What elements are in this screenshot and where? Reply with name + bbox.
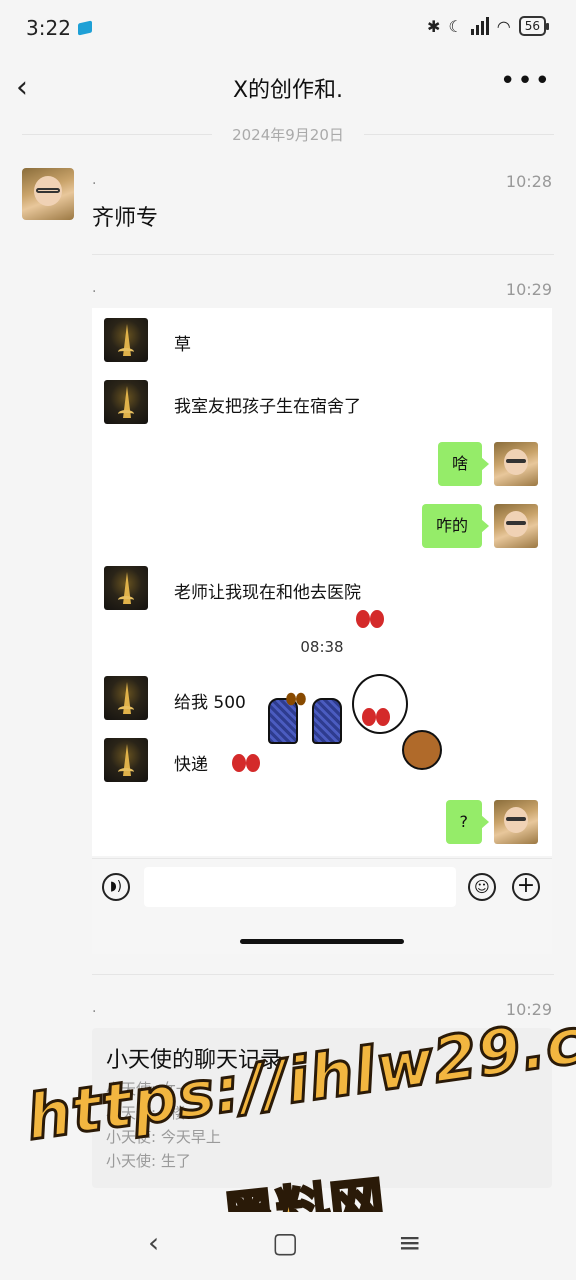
date-separator: 2024年9月20日: [0, 124, 576, 145]
chat-record-line: 小天使: 5楼: [106, 1104, 186, 1122]
chat-record-card[interactable]: 小天使的聊天记录 小天使: 女一 小天使: 5楼 小天使: 今天早上 小天使: …: [92, 1028, 552, 1188]
message-bubble: ?: [445, 800, 489, 844]
chat-message-row: 草: [92, 318, 552, 364]
more-options-button[interactable]: •••: [500, 66, 552, 96]
message-bubble: 咋的: [421, 504, 490, 548]
divider: [92, 974, 554, 975]
source-dot: .: [92, 1000, 97, 1016]
status-bar: 3:22 ✱ ☾ ◠ 56: [0, 0, 576, 58]
status-icons: ✱ ☾ ◠ 56: [427, 16, 550, 36]
chat-message-row: ?: [92, 800, 552, 846]
my-avatar: [494, 800, 538, 844]
source-dot: .: [92, 280, 97, 296]
message-bubble: 啥: [437, 442, 490, 486]
battery-icon: 56: [518, 16, 550, 36]
divider: [92, 254, 554, 255]
my-avatar: [494, 504, 538, 548]
contact-avatar: [104, 738, 148, 782]
hd-signal-icon: [470, 17, 489, 35]
message-text: 我室友把孩子生在宿舍了: [174, 397, 361, 417]
system-nav-bar: ‹ ▢ ≡: [0, 1212, 576, 1280]
chat-record-line: 小天使: 生了: [106, 1152, 191, 1170]
wifi-icon: ◠: [496, 16, 511, 36]
home-indicator: [240, 939, 404, 944]
app-notification-icon: [78, 20, 92, 36]
my-avatar: [494, 442, 538, 486]
source-dot: .: [92, 172, 97, 188]
voice-icon[interactable]: ◗): [102, 873, 130, 901]
message-time: 10:28: [505, 172, 552, 191]
chat-message-row: 老师让我现在和他去医院: [92, 566, 552, 612]
page-title: X的创作和.: [232, 78, 344, 103]
contact-avatar: [104, 676, 148, 720]
top-nav: ‹ X的创作和. •••: [0, 58, 576, 114]
message-text: 草: [174, 335, 191, 355]
message-text: 给我 500: [174, 693, 246, 713]
message-text: 老师让我现在和他去医院: [174, 583, 361, 603]
emoji-icon[interactable]: ☺: [468, 873, 496, 901]
inner-timestamp: 08:38: [300, 638, 344, 656]
chat-screenshot[interactable]: 草 我室友把孩子生在宿舍了 啥 咋的 老师让我现在和他去医院 08:38 给我 …: [92, 308, 552, 856]
moon-icon: ☾: [448, 16, 463, 36]
message-time: 10:29: [505, 1000, 552, 1019]
system-back-button[interactable]: ‹: [148, 1226, 159, 1259]
plus-icon[interactable]: +: [512, 873, 540, 901]
chat-record-line: 小天使: 今天早上: [106, 1128, 221, 1146]
chat-record-title: 小天使的聊天记录: [106, 1048, 283, 1073]
favorite-text[interactable]: 齐师专: [92, 200, 158, 232]
avatar[interactable]: [22, 168, 74, 220]
chat-message-row: 啥: [92, 442, 552, 488]
chat-message-row: 我室友把孩子生在宿舍了: [92, 380, 552, 426]
message-text: 快递: [174, 755, 208, 775]
system-menu-button[interactable]: ≡: [398, 1226, 421, 1259]
bluetooth-icon: ✱: [427, 16, 441, 36]
status-time: 3:22: [26, 16, 71, 40]
contact-avatar: [104, 380, 148, 424]
chat-input-bar: ◗) ☺ +: [92, 858, 552, 954]
chat-message-row: 快递: [92, 738, 552, 784]
bow-decoration: [356, 610, 384, 628]
contact-avatar: [104, 566, 148, 610]
chat-record-line: 小天使: 女一: [106, 1080, 191, 1098]
system-home-button[interactable]: ▢: [272, 1226, 298, 1259]
message-time: 10:29: [505, 280, 552, 299]
message-input[interactable]: [144, 867, 456, 907]
contact-avatar: [104, 318, 148, 362]
chat-message-row: 咋的: [92, 504, 552, 550]
chat-message-row: 给我 500: [92, 676, 552, 722]
